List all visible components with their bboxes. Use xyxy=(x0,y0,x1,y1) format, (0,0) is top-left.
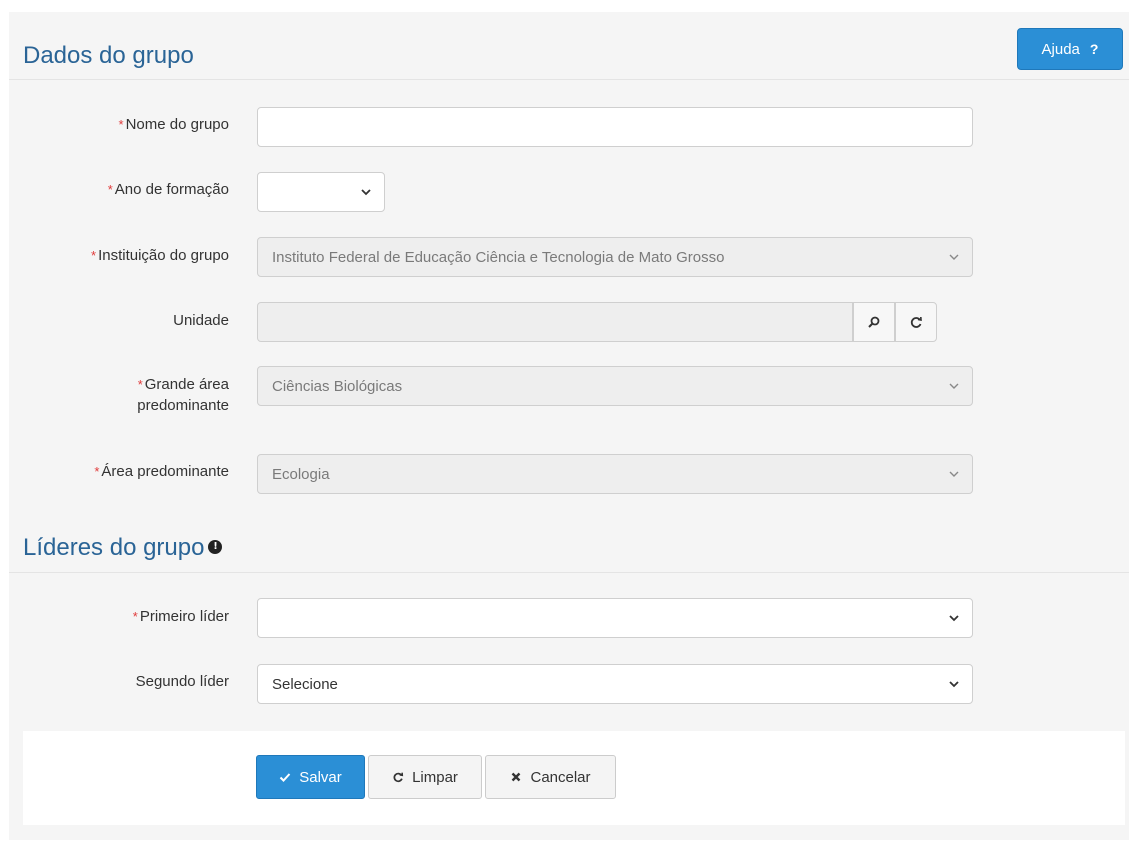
label-area-predominante: * Área predominante xyxy=(94,463,229,480)
save-button-label: Salvar xyxy=(299,768,342,786)
label-nome-do-grupo: * Nome do grupo xyxy=(118,116,229,133)
info-icon[interactable]: ! xyxy=(208,540,223,554)
refresh-icon xyxy=(910,316,922,328)
grande-area-select[interactable]: Ciências Biológicas xyxy=(257,366,973,406)
clear-button[interactable]: Limpar xyxy=(368,755,482,799)
ano-de-formacao-select[interactable] xyxy=(257,172,385,212)
area-predominante-value: Ecologia xyxy=(272,465,330,483)
refresh-unidade-button[interactable] xyxy=(895,302,937,342)
chevron-down-icon xyxy=(360,186,372,198)
cancel-button[interactable]: Cancelar xyxy=(485,755,616,799)
required-marker: * xyxy=(118,117,124,132)
nome-do-grupo-input[interactable] xyxy=(257,107,973,147)
question-icon: ? xyxy=(1089,41,1099,57)
label-instituicao-do-grupo: * Instituição do grupo xyxy=(91,247,229,264)
help-button-label: Ajuda xyxy=(1041,40,1080,58)
required-marker: * xyxy=(94,464,100,479)
search-icon xyxy=(868,316,880,328)
label-segundo-lider: Segundo líder xyxy=(135,673,229,690)
save-button[interactable]: Salvar xyxy=(256,755,365,799)
required-marker: * xyxy=(91,248,97,263)
chevron-down-icon xyxy=(948,678,960,690)
chevron-down-icon xyxy=(948,380,960,392)
section-title-dados-do-grupo: Dados do grupo xyxy=(23,42,194,69)
refresh-icon xyxy=(393,772,404,783)
search-unidade-button[interactable] xyxy=(853,302,895,342)
clear-button-label: Limpar xyxy=(412,768,458,786)
label-ano-de-formacao: * Ano de formação xyxy=(107,181,229,198)
check-icon xyxy=(280,773,291,782)
instituicao-do-grupo-value: Instituto Federal de Educação Ciência e … xyxy=(272,248,725,266)
segundo-lider-select[interactable]: Selecione xyxy=(257,664,973,704)
grande-area-value: Ciências Biológicas xyxy=(272,377,403,395)
chevron-down-icon xyxy=(948,251,960,263)
segundo-lider-value: Selecione xyxy=(272,675,338,693)
help-button[interactable]: Ajuda ? xyxy=(1017,28,1123,70)
label-primeiro-lider: * Primeiro líder xyxy=(132,608,229,625)
required-marker: * xyxy=(137,377,143,392)
instituicao-do-grupo-select[interactable]: Instituto Federal de Educação Ciência e … xyxy=(257,237,973,277)
required-marker: * xyxy=(132,609,138,624)
chevron-down-icon xyxy=(948,468,960,480)
close-icon xyxy=(512,772,521,782)
required-marker: * xyxy=(107,182,113,197)
label-grande-area-predominante: * Grande área predominante xyxy=(137,376,229,414)
section-title-lideres-do-grupo: Líderes do grupo! xyxy=(23,534,223,562)
primeiro-lider-select[interactable] xyxy=(257,598,973,638)
area-predominante-select[interactable]: Ecologia xyxy=(257,454,973,494)
unidade-input[interactable] xyxy=(257,302,853,342)
label-unidade: Unidade xyxy=(173,312,229,329)
section-divider xyxy=(9,572,1129,573)
section-divider xyxy=(9,79,1129,80)
chevron-down-icon xyxy=(948,612,960,624)
cancel-button-label: Cancelar xyxy=(530,768,591,786)
